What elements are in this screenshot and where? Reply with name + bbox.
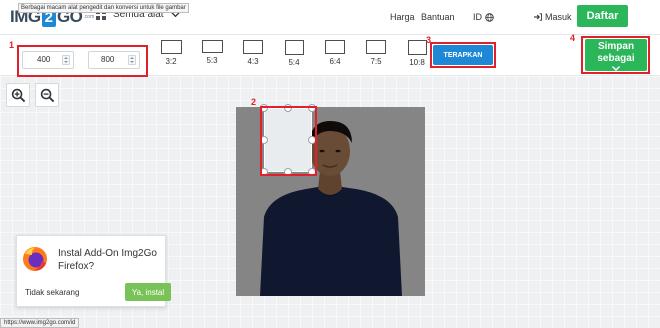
ratio-5-3-shape	[201, 40, 223, 53]
ratio-5-4[interactable]: 5:4	[279, 40, 309, 67]
logo-text-com: .com	[83, 13, 95, 20]
crop-handle-bottom[interactable]	[284, 168, 292, 176]
annotation-number-2: 2	[251, 97, 257, 107]
ratio-6-4-shape	[325, 40, 345, 54]
ratio-10-8-label: 10:8	[409, 58, 425, 67]
crop-handle-bottom-left[interactable]	[260, 168, 268, 176]
crop-selection[interactable]	[260, 104, 316, 176]
crop-handle-top-left[interactable]	[260, 104, 268, 112]
signin-arrow-icon	[534, 13, 542, 21]
ratio-4-3[interactable]: 4:3	[238, 40, 268, 66]
ratio-6-4-label: 6:4	[329, 57, 341, 66]
save-as-line2: sebagai	[597, 53, 635, 64]
ratio-7-5-label: 7:5	[370, 57, 382, 66]
ratio-5-3[interactable]: 5:3	[197, 40, 227, 65]
height-stepper[interactable]	[128, 55, 136, 65]
crop-handle-bottom-right[interactable]	[308, 168, 316, 176]
help-link[interactable]: Bantuan	[421, 12, 455, 22]
crop-handle-top-right[interactable]	[308, 104, 316, 112]
ratio-6-4[interactable]: 6:4	[320, 40, 350, 66]
height-input[interactable]: 800	[88, 51, 140, 69]
addon-title: Instal Add-On Img2Go Firefox?	[58, 248, 157, 272]
addon-popup: Instal Add-On Img2Go Firefox? Tidak seka…	[16, 235, 171, 307]
pricing-link[interactable]: Harga	[390, 12, 415, 22]
crop-handle-top[interactable]	[284, 104, 292, 112]
annotation-number-3: 3	[426, 35, 432, 45]
save-as-line1: Simpan	[597, 41, 635, 52]
ratio-4-3-label: 4:3	[247, 57, 259, 66]
firefox-icon	[23, 247, 47, 271]
tooltip: Berbagai macam alat pengedit dan konvers…	[18, 3, 189, 13]
zoom-out-icon	[40, 88, 54, 102]
ratio-5-3-label: 5:3	[206, 56, 218, 65]
ratio-4-3-shape	[243, 40, 263, 54]
zoom-in-button[interactable]	[6, 83, 30, 107]
ratio-3-2-shape	[160, 40, 182, 54]
ratio-7-5-shape	[366, 40, 386, 54]
zoom-in-icon	[11, 88, 25, 102]
globe-icon	[485, 12, 494, 22]
annotation-number-1: 1	[9, 40, 15, 50]
ratio-3-2[interactable]: 3:2	[156, 40, 186, 66]
save-as-button[interactable]: Simpan sebagai	[585, 39, 647, 71]
not-now-link[interactable]: Tidak sekarang	[25, 288, 79, 297]
signin-label: Masuk	[545, 12, 572, 22]
signin-link[interactable]: Masuk	[534, 12, 572, 22]
annotation-number-4: 4	[570, 33, 576, 43]
crop-handle-right[interactable]	[308, 136, 316, 144]
height-value: 800	[101, 55, 115, 64]
apply-button[interactable]: TERAPKAN	[433, 45, 493, 65]
language-label: ID	[473, 12, 482, 22]
zoom-out-button[interactable]	[35, 83, 59, 107]
ratio-7-5[interactable]: 7:5	[361, 40, 391, 66]
ratio-3-2-label: 3:2	[165, 57, 177, 66]
signup-button[interactable]: Daftar	[577, 5, 628, 27]
status-url: https://www.img2go.com/id	[0, 318, 80, 328]
ratio-10-8-shape	[407, 40, 427, 55]
width-input[interactable]: 400	[22, 51, 74, 69]
crop-handle-left[interactable]	[260, 136, 268, 144]
chevron-down-icon	[612, 66, 620, 71]
install-button[interactable]: Ya, instal	[125, 283, 171, 301]
ratio-5-4-shape	[284, 40, 304, 55]
ratio-5-4-label: 5:4	[288, 58, 300, 67]
width-stepper[interactable]	[62, 55, 70, 65]
width-value: 400	[37, 55, 51, 64]
language-selector[interactable]: ID	[473, 12, 494, 22]
